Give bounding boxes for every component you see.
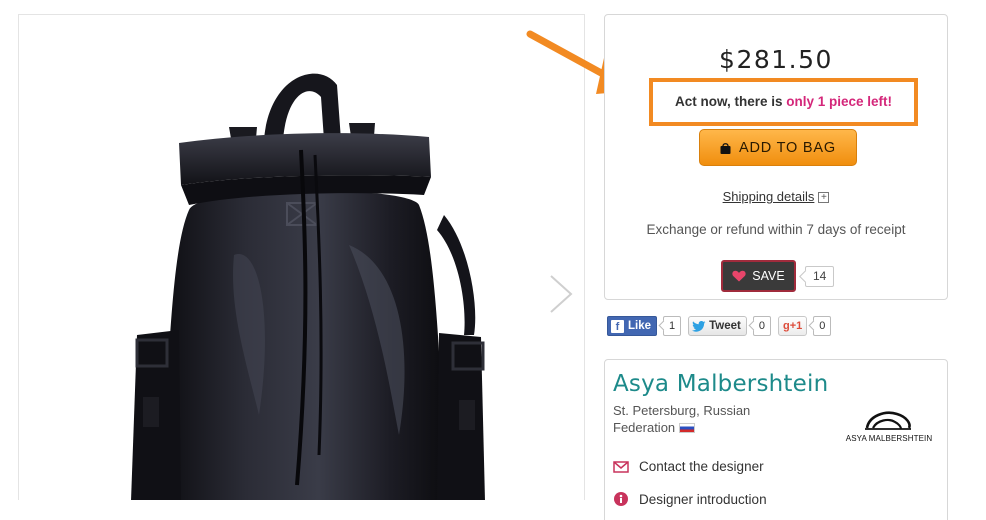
save-count-badge: 14 bbox=[805, 266, 835, 287]
designer-box: Asya Malbershtein St. Petersburg, Russia… bbox=[604, 359, 948, 520]
designer-location-line1: St. Petersburg, Russian bbox=[613, 403, 751, 418]
designer-brand-logo[interactable]: ASYA MALBERSHTEIN bbox=[837, 404, 941, 456]
add-to-bag-label: ADD TO BAG bbox=[739, 139, 836, 156]
save-button[interactable]: SAVE bbox=[721, 260, 796, 292]
designer-location-line2: Federation bbox=[613, 420, 676, 435]
info-icon bbox=[614, 492, 628, 506]
designer-name-link[interactable]: Asya Malbershtein bbox=[613, 371, 828, 397]
social-share-row: f Like 1 Tweet 0 g+1 0 bbox=[607, 315, 832, 337]
designer-introduction-link[interactable]: Designer introduction bbox=[613, 491, 767, 507]
brand-name-text: ASYA MALBERSHTEIN bbox=[845, 434, 933, 443]
facebook-like-count: 1 bbox=[663, 316, 682, 336]
save-label: SAVE bbox=[752, 269, 785, 283]
brand-logo-mark-icon bbox=[865, 411, 911, 430]
add-to-bag-button[interactable]: ADD TO BAG bbox=[699, 129, 857, 166]
exchange-policy-text: Exchange or refund within 7 days of rece… bbox=[646, 222, 906, 237]
designer-introduction-label: Designer introduction bbox=[639, 491, 767, 507]
russia-flag-icon bbox=[679, 423, 696, 433]
google-plus-count: 0 bbox=[813, 316, 832, 336]
product-image-backpack bbox=[131, 73, 485, 500]
urgency-highlight: only 1 piece left! bbox=[786, 94, 893, 109]
contact-designer-label: Contact the designer bbox=[639, 459, 764, 474]
twitter-icon bbox=[692, 320, 706, 332]
tweet-label: Tweet bbox=[709, 320, 741, 332]
facebook-like-label: Like bbox=[628, 320, 652, 332]
shipping-details-link[interactable]: Shipping details bbox=[723, 189, 815, 204]
facebook-like-button[interactable]: f Like bbox=[607, 316, 658, 336]
mail-icon bbox=[613, 460, 629, 473]
plus-icon[interactable]: + bbox=[818, 192, 830, 203]
next-arrow-icon[interactable] bbox=[548, 273, 574, 315]
designer-location: St. Petersburg, Russian Federation bbox=[613, 402, 793, 436]
urgency-text: Act now, there is bbox=[674, 94, 787, 109]
tweet-count: 0 bbox=[752, 316, 772, 336]
product-image-panel[interactable] bbox=[18, 14, 585, 500]
purchase-box: $281.50 Act now, there is only 1 piece l… bbox=[604, 14, 948, 300]
contact-designer-link[interactable]: Contact the designer bbox=[613, 459, 764, 474]
tweet-button[interactable]: Tweet bbox=[688, 316, 747, 336]
stock-urgency-notice: Act now, there is only 1 piece left! bbox=[649, 78, 918, 126]
facebook-icon: f bbox=[611, 319, 624, 333]
heart-icon bbox=[732, 270, 746, 282]
product-price: $281.50 bbox=[719, 45, 833, 74]
shipping-details-row: Shipping details + bbox=[605, 189, 947, 204]
google-plus-button[interactable]: g+1 bbox=[778, 316, 808, 336]
google-plus-label: g+1 bbox=[783, 320, 803, 332]
bag-icon bbox=[720, 142, 731, 154]
